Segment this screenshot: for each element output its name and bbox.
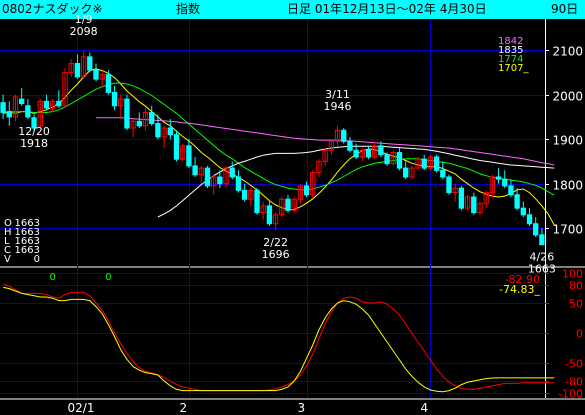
candle-body [378, 145, 384, 156]
candle-body [173, 134, 180, 160]
price-tick-label: 1700 [552, 223, 583, 237]
candle-body [155, 123, 161, 138]
oscillator-zero-mark: 0 [49, 272, 55, 283]
annotation-value: 1696 [262, 248, 290, 261]
price-tick-label: 2000 [552, 90, 583, 104]
candle-body [347, 140, 353, 151]
date-tick-label: 3 [298, 401, 306, 415]
date-tick-label: 2 [180, 401, 188, 415]
annotation-value: 1946 [324, 100, 352, 113]
candle-body [458, 187, 465, 209]
candle-body [502, 178, 508, 187]
candle-body [446, 176, 452, 194]
candle-body [74, 63, 81, 78]
oscillator-zero-mark: 0 [105, 272, 111, 283]
candle-body [526, 214, 533, 225]
candle-body [105, 74, 112, 93]
candle-body [520, 207, 526, 216]
ohlcv-label: V [4, 254, 11, 265]
candle-body [229, 167, 235, 178]
osc-tick-label: 80 [569, 280, 583, 293]
osc-tick-label: -50 [565, 358, 583, 371]
candle-body [508, 185, 514, 196]
ma-legend-value: 1707_ [498, 63, 529, 74]
oscillator-current-value: -74.83_ [499, 283, 540, 296]
candle-body [43, 100, 50, 109]
candle-body [285, 198, 291, 211]
annotation-value: 2098 [70, 25, 98, 38]
candle-body [365, 149, 372, 158]
candle-body [539, 234, 545, 246]
candle-body [235, 176, 242, 191]
candle-body [204, 167, 211, 187]
candle-body [124, 98, 130, 129]
candle-body [396, 152, 403, 169]
candle-body [136, 120, 143, 127]
candle-body [254, 189, 260, 214]
candle-body [87, 56, 93, 71]
price-tick-label: 1800 [552, 179, 583, 193]
candle-body [303, 185, 310, 196]
date-tick-label: 4 [421, 401, 429, 415]
osc-tick-label: -100 [558, 388, 583, 401]
candle-body [495, 176, 502, 180]
candle-body [6, 111, 12, 118]
candle-body [0, 102, 6, 113]
price-tick-label: 1900 [552, 134, 583, 148]
candle-body [433, 156, 440, 171]
candle-body [186, 145, 192, 167]
candle-body [241, 189, 248, 200]
price-tick-label: 2100 [552, 45, 583, 59]
price-chart: 1700180019002000210002/1 2 3 410080500-50-8… [0, 13, 585, 415]
candle-body [533, 223, 539, 236]
candle-body [56, 100, 62, 107]
date-tick-label: 02/1 [68, 401, 95, 415]
candle-body [471, 196, 477, 214]
candle-body [217, 176, 223, 185]
candle-body [167, 127, 173, 136]
candle-body [421, 158, 427, 169]
candle-body [111, 91, 118, 107]
candle-body [353, 149, 359, 158]
candle-body [93, 69, 99, 80]
candle-body [192, 165, 198, 176]
candle-body [266, 205, 273, 225]
candle-body [341, 129, 347, 142]
osc-tick-label: 50 [569, 298, 583, 311]
candle-body [149, 111, 155, 125]
candle-body [402, 167, 409, 178]
annotation-value: 1918 [20, 137, 48, 150]
candle-body [25, 105, 31, 118]
ohlcv-value: 0 [34, 254, 40, 265]
candle-body [514, 194, 520, 209]
candle-body [440, 169, 446, 178]
osc-tick-label: 0 [576, 328, 583, 341]
candle-body [384, 154, 390, 165]
chart-window: 0802ナスダック※ 指数 日足 01年12月13日～02年 4月30日 90日… [0, 0, 585, 415]
candle-body [19, 98, 25, 105]
